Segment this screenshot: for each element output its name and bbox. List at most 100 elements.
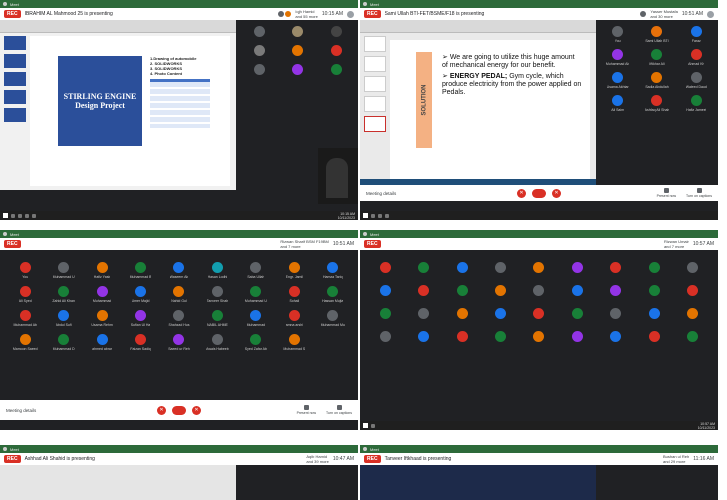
participant-tile[interactable]: Muhammad D [44,334,82,351]
browser-tab-title[interactable]: Meet [10,2,19,7]
slide-thumb[interactable] [4,108,26,122]
meeting-details-button[interactable]: Meeting details [366,191,396,196]
participant-tile[interactable]: Waleed Daud [677,72,716,89]
slide-thumb[interactable] [4,72,26,86]
participant-tile[interactable] [240,64,279,75]
search-icon[interactable] [11,213,15,218]
participant-tile[interactable]: Hasan Lodhi [198,262,236,279]
participant-avatars[interactable] [278,11,292,17]
slide-thumb[interactable] [364,96,386,112]
participant-tile[interactable]: Umer Majid [121,286,159,303]
participant-tile[interactable] [520,308,558,319]
slide-thumb[interactable] [4,36,26,50]
participant-tile[interactable]: Muhammad [83,286,121,303]
participant-tile[interactable]: Abdul Sufi [44,310,82,327]
participant-tile[interactable] [558,331,596,342]
participant-tile[interactable] [635,262,673,273]
hang-up-button[interactable] [172,405,186,415]
participant-tile[interactable] [597,331,635,342]
participant-tile[interactable]: Saeed ur Reh [160,334,198,351]
participant-tile[interactable]: Waseem Ab [160,262,198,279]
participant-tile[interactable]: Ali Syed [6,286,44,303]
camera-off-icon[interactable]: ✕ [552,188,561,198]
slide-thumb[interactable] [364,36,386,52]
participant-tile[interactable] [597,262,635,273]
participant-tile[interactable] [404,331,442,342]
participant-tile[interactable]: Ahmad Kh [677,49,716,66]
participant-tile[interactable]: NABIL AHME [198,310,236,327]
participant-tile[interactable] [597,285,635,296]
participant-tile[interactable]: Muhammad Mu [314,310,352,327]
participant-tile[interactable] [443,331,481,342]
participant-tile[interactable]: Shahzad Hus [160,310,198,327]
participant-tile[interactable] [404,308,442,319]
participant-tile[interactable]: ahmed abrar [83,334,121,351]
participant-tile[interactable] [520,285,558,296]
taskview-icon[interactable] [18,213,22,218]
participant-tile[interactable]: Hassan Mujta [314,286,352,303]
participant-tile[interactable]: You [598,26,637,43]
participant-tile[interactable]: Muhammad U [237,286,275,303]
participant-avatars[interactable] [640,11,647,17]
slide-thumb[interactable] [364,76,386,92]
participant-tile[interactable] [520,331,558,342]
participant-tile[interactable] [558,262,596,273]
captions-button[interactable]: Turn on captions [686,188,712,198]
participant-tile[interactable]: Mamoon Saeed [6,334,44,351]
participant-tile[interactable]: Ashfaq Ali Shah [637,95,676,112]
participant-tile[interactable]: Sufian Ul Ha [121,310,159,327]
participant-tile[interactable]: Muhammad Ab [6,310,44,327]
participant-tile[interactable]: Nahid Gul [160,286,198,303]
slide-thumb[interactable] [4,90,26,104]
search-icon[interactable] [371,423,375,428]
participant-tile[interactable] [481,308,519,319]
participant-tile[interactable]: Muhammad S [275,334,313,351]
participant-tile[interactable]: Hafiz Yasir [83,262,121,279]
windows-start-icon[interactable] [363,423,368,428]
browser-tab-title[interactable]: Meet [10,232,19,237]
participant-tile[interactable]: Ali Saim [598,95,637,112]
folder-icon[interactable] [32,213,36,218]
participant-tile[interactable] [279,64,318,75]
participant-tile[interactable] [443,262,481,273]
participant-tile[interactable]: Muhammad Ab [598,49,637,66]
account-avatar[interactable] [347,10,354,18]
windows-start-icon[interactable] [363,213,368,218]
participant-tile[interactable]: Faizan Sadiq [121,334,159,351]
present-now-button[interactable]: Present now [297,405,316,415]
participant-tile[interactable]: Muhammad [237,310,275,327]
participant-tile[interactable]: You [6,262,44,279]
participant-tile[interactable] [674,308,712,319]
participant-tile[interactable] [481,285,519,296]
windows-start-icon[interactable] [3,213,8,218]
participant-tile[interactable] [366,285,404,296]
slide-thumb[interactable] [364,56,386,72]
participant-tile[interactable]: Tanveer Shah [198,286,236,303]
participant-tile[interactable] [520,262,558,273]
participant-tile[interactable] [317,64,356,75]
account-avatar[interactable] [707,10,714,18]
participant-tile[interactable] [674,331,712,342]
participant-tile[interactable] [558,285,596,296]
participant-tile[interactable]: Muhammad B [121,262,159,279]
participant-tile[interactable] [481,331,519,342]
present-now-button[interactable]: Present now [657,188,676,198]
chrome-icon[interactable] [378,213,382,218]
participant-tile[interactable] [558,308,596,319]
camera-off-icon[interactable]: ✕ [192,405,201,415]
browser-tab-title[interactable]: Meet [370,2,379,7]
participant-tile[interactable] [366,262,404,273]
participant-tile[interactable]: Muhammad U [44,262,82,279]
participant-tile[interactable]: Engr. Jamil [275,262,313,279]
participant-tile[interactable] [404,285,442,296]
chrome-icon[interactable] [25,213,29,218]
hang-up-button[interactable] [532,188,546,198]
participant-tile[interactable] [279,26,318,37]
participant-tile[interactable] [240,26,279,37]
slide-thumbnails[interactable] [4,36,26,186]
participant-tile[interactable] [404,262,442,273]
participant-tile[interactable]: Saba Ullah [237,262,275,279]
mic-off-icon[interactable]: ✕ [517,188,526,198]
browser-tab-title[interactable]: Meet [370,447,379,452]
meeting-details-button[interactable]: Meeting details [6,408,36,413]
